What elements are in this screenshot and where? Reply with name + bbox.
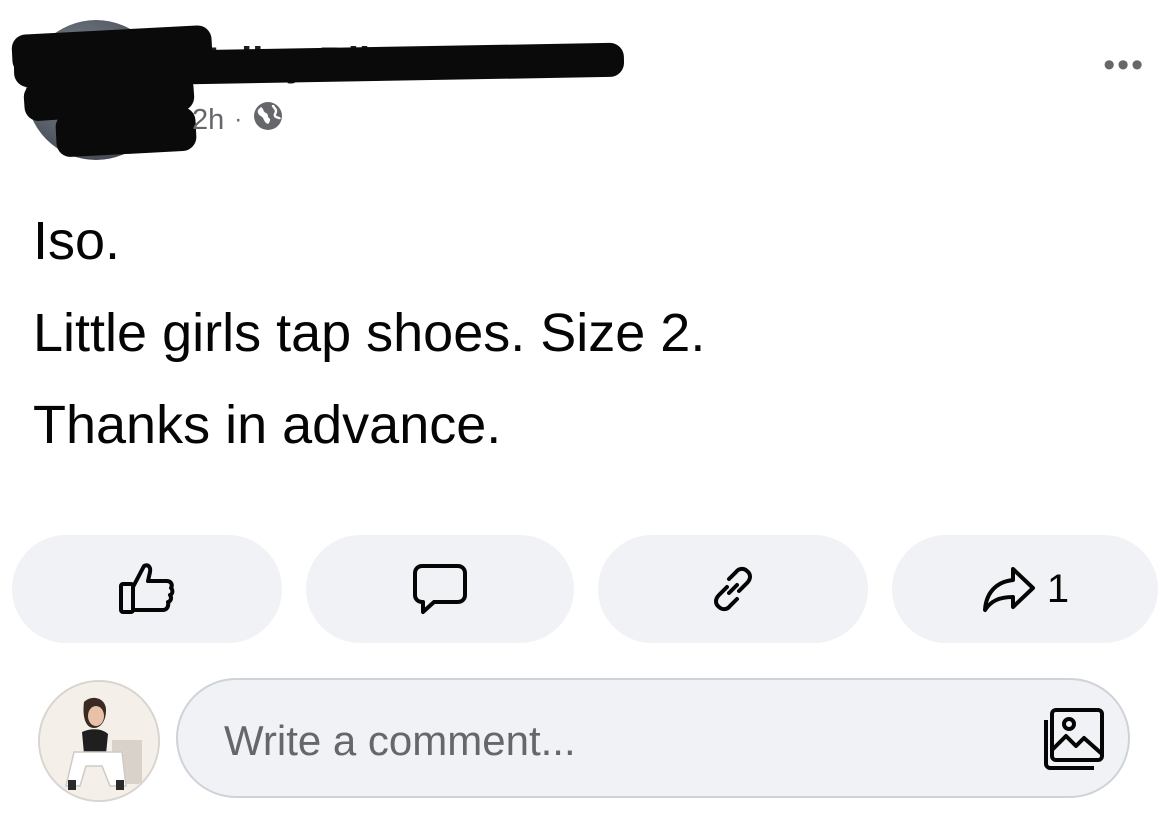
post-text-line: Little girls tap shoes. Size 2.	[33, 303, 706, 363]
more-options-button[interactable]: •••	[1103, 46, 1145, 85]
post-time[interactable]: 2h	[192, 104, 224, 137]
thumbs-up-icon	[116, 560, 178, 618]
meta-separator: ·	[234, 106, 243, 133]
redaction-mark	[54, 106, 198, 158]
like-button[interactable]	[12, 535, 282, 643]
share-arrow-icon	[981, 564, 1037, 614]
link-icon	[707, 563, 759, 615]
copy-link-button[interactable]	[598, 535, 868, 643]
comment-input[interactable]	[222, 710, 986, 772]
post-meta: 2h ·	[192, 100, 284, 140]
comment-button[interactable]	[306, 535, 574, 643]
globe-icon	[252, 100, 284, 140]
comment-composer	[38, 678, 1138, 803]
post-text-line: Thanks in advance.	[33, 395, 502, 455]
post-actions: 1	[12, 535, 1158, 643]
share-button[interactable]: 1	[892, 535, 1158, 643]
share-count: 1	[1046, 566, 1070, 611]
user-avatar[interactable]	[38, 680, 160, 802]
comment-bubble-icon	[412, 562, 468, 616]
post-body: Iso. Little girls tap shoes. Size 2. Tha…	[33, 195, 705, 471]
post-text-line: Iso.	[33, 211, 121, 271]
photo-icon[interactable]	[1036, 706, 1106, 777]
comment-box	[176, 678, 1130, 798]
